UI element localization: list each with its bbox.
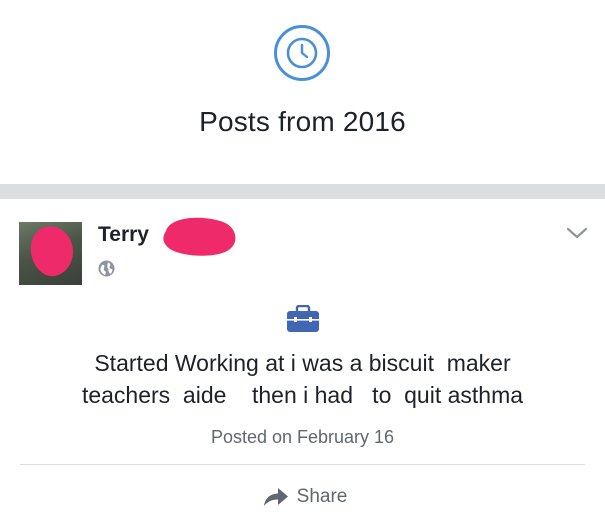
briefcase-icon <box>287 305 319 332</box>
share-label: Share <box>296 486 348 507</box>
post-text: Started Working at i was a biscuit maker… <box>20 347 585 411</box>
post-card: Terry Started Working at i was a biscuit… <box>0 199 605 525</box>
section-divider <box>0 184 605 199</box>
avatar[interactable] <box>19 222 82 285</box>
memories-header: Posts from 2016 <box>0 0 605 184</box>
share-arrow-icon <box>263 488 288 506</box>
globe-icon[interactable] <box>98 260 115 277</box>
share-button[interactable]: Share <box>250 479 360 515</box>
clock-icon <box>274 25 330 81</box>
post-date: Posted on February 16 <box>210 427 395 447</box>
avatar-redaction <box>26 222 78 280</box>
action-divider <box>20 464 585 465</box>
memories-title: Posts from 2016 <box>199 106 406 137</box>
chevron-down-icon[interactable] <box>566 226 588 240</box>
name-redaction <box>163 217 236 256</box>
post-text-line: teachers aide then i had to quit asthma <box>81 382 524 408</box>
post-text-line: Started Working at i was a biscuit maker <box>94 350 511 376</box>
author-name[interactable]: Terry <box>98 223 149 247</box>
